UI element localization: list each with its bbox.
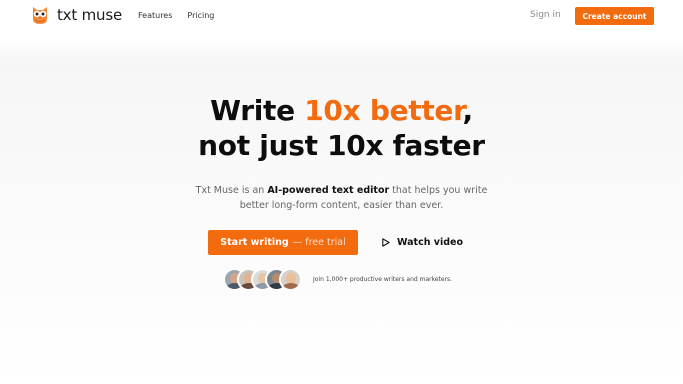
user-avatars bbox=[223, 268, 302, 291]
subtitle-pre: Txt Muse is an bbox=[195, 185, 268, 196]
free-trial-label: — free trial bbox=[292, 237, 346, 248]
hero-subtitle: Txt Muse is an AI-powered text editor th… bbox=[0, 183, 683, 213]
play-icon bbox=[382, 238, 390, 247]
create-account-button[interactable]: Create account bbox=[575, 7, 654, 25]
nav-link-pricing[interactable]: Pricing bbox=[187, 11, 214, 20]
hero-title-line2: not just 10x faster bbox=[198, 129, 485, 162]
top-nav: txt muse Features Pricing Sign in Create… bbox=[0, 0, 683, 34]
subtitle-line2: better long-form content, easier than ev… bbox=[239, 200, 444, 211]
watch-video-label: Watch video bbox=[396, 237, 463, 248]
owl-logo-icon bbox=[33, 7, 47, 24]
avatar bbox=[279, 268, 302, 291]
brand-name: txt muse bbox=[57, 6, 122, 24]
hero-title: Write 10x better, not just 10x faster bbox=[0, 93, 683, 163]
nav-link-features[interactable]: Features bbox=[138, 11, 172, 20]
social-proof-text: Join 1,000+ productive writers and marke… bbox=[313, 276, 453, 283]
signin-link[interactable]: Sign in bbox=[530, 10, 561, 20]
hero-title-accent: 10x better bbox=[304, 94, 463, 127]
subtitle-bold: AI-powered text editor bbox=[267, 185, 390, 196]
hero-title-pre: Write bbox=[210, 94, 305, 127]
subtitle-post: that helps you write bbox=[389, 185, 488, 196]
watch-video-button[interactable]: Watch video bbox=[372, 230, 472, 255]
start-writing-button[interactable]: Start writing — free trial bbox=[208, 230, 358, 255]
nav-links: Features Pricing bbox=[138, 11, 214, 20]
hero-title-comma: , bbox=[462, 94, 474, 127]
start-writing-label: Start writing bbox=[220, 237, 289, 248]
brand-logo[interactable]: txt muse bbox=[30, 5, 122, 25]
